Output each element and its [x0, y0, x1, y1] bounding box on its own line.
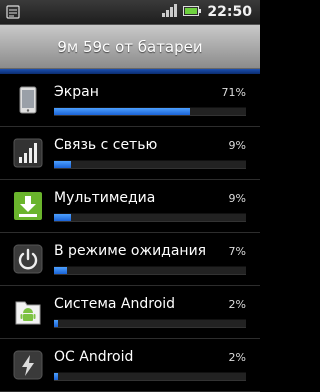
android-icon [12, 296, 44, 328]
usage-bar-track [54, 160, 246, 169]
item-percent: 7% [228, 245, 246, 258]
item-percent: 71% [221, 86, 246, 99]
list-item-android-system[interactable]: Система Android 2% [0, 286, 260, 339]
list-item-screen[interactable]: Экран 71% [0, 74, 260, 127]
list-item-network[interactable]: Связь с сетью 9% [0, 127, 260, 180]
item-label: Экран [54, 84, 99, 100]
item-percent: 9% [228, 139, 246, 152]
usage-bar-track [54, 372, 246, 381]
status-bar: 22:50 [0, 0, 260, 25]
item-label: Связь с сетью [54, 137, 158, 153]
list-item-android-os[interactable]: ОС Android 2% [0, 339, 260, 392]
usage-bar-track [54, 266, 246, 275]
usage-bar-track [54, 319, 246, 328]
item-percent: 9% [228, 192, 246, 205]
list-item-multimedia[interactable]: Мультимедиа 9% [0, 180, 260, 233]
list-item-standby[interactable]: В режиме ожидания 7% [0, 233, 260, 286]
usage-bar-fill [54, 267, 68, 274]
item-percent: 2% [228, 351, 246, 364]
item-label: Мультимедиа [54, 190, 156, 206]
power-icon [12, 243, 44, 275]
usage-bar-track [54, 107, 246, 116]
cell-signal-icon [12, 137, 44, 169]
clock: 22:50 [207, 3, 252, 20]
battery-icon [183, 2, 202, 21]
usage-bar-track [54, 213, 246, 222]
item-label: Система Android [54, 296, 176, 312]
page-title: 9м 59с от батареи [57, 38, 203, 56]
screen-icon [12, 84, 44, 116]
battery-usage-list: Экран 71% Связь с сетью 9% Мультимедиа 9… [0, 74, 260, 392]
bolt-icon [12, 349, 44, 381]
battery-header: 9м 59с от батареи [0, 25, 260, 69]
usage-bar-fill [54, 108, 191, 115]
item-percent: 2% [228, 298, 246, 311]
usage-bar-fill [54, 214, 72, 221]
usage-bar-fill [54, 373, 58, 380]
signal-icon [161, 2, 178, 21]
download-icon [12, 190, 44, 222]
usb-debug-icon [6, 4, 20, 23]
item-label: ОС Android [54, 349, 134, 365]
item-label: В режиме ожидания [54, 243, 207, 259]
usage-bar-fill [54, 320, 58, 327]
usage-bar-fill [54, 161, 72, 168]
